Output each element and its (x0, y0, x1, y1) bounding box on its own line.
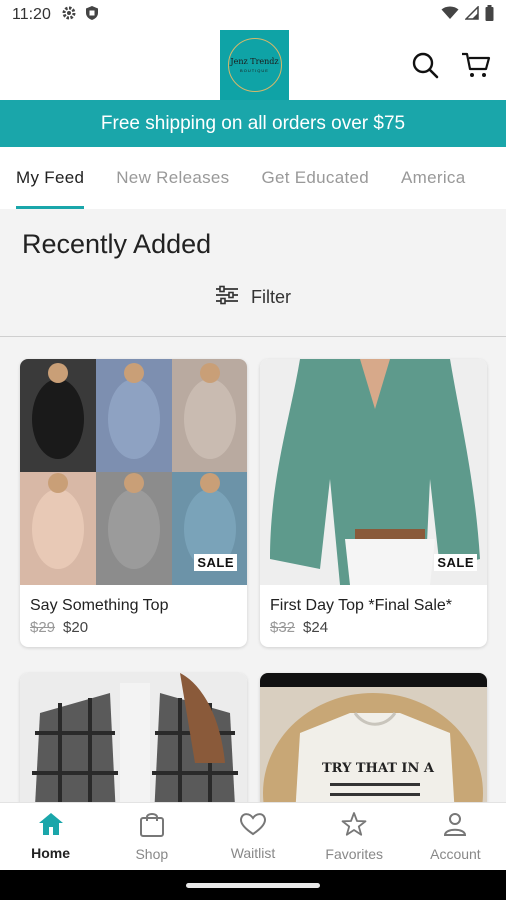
tab-label: Get Educated (261, 168, 370, 187)
shopping-bag-icon (139, 811, 165, 842)
tab-my-feed[interactable]: My Feed (0, 147, 100, 209)
sale-price: $20 (63, 619, 89, 636)
shield-icon (85, 5, 99, 26)
tab-get-educated[interactable]: Get Educated (245, 147, 385, 209)
filter-label: Filter (251, 287, 291, 307)
heart-icon (239, 812, 267, 841)
product-image: TRY THAT IN A (260, 673, 487, 802)
product-card[interactable]: SALE Say Something Top $29 $20 (20, 359, 247, 647)
filter-sliders-icon (215, 285, 239, 310)
original-price: $32 (270, 619, 296, 636)
product-image: SALE (20, 359, 247, 585)
tab-america[interactable]: America (385, 147, 481, 209)
tab-label: America (401, 168, 466, 187)
nav-account[interactable]: Account (405, 803, 506, 870)
brand-logo[interactable]: Jenz Trendz BOUTIQUE (220, 30, 289, 100)
divider (0, 336, 506, 337)
nav-label: Waitlist (230, 845, 276, 861)
tab-label: New Releases (116, 168, 230, 187)
nav-favorites[interactable]: Favorites (304, 803, 405, 870)
nav-waitlist[interactable]: Waitlist (202, 803, 303, 870)
nav-shop[interactable]: Shop (101, 803, 202, 870)
product-image (20, 673, 247, 802)
settings-gear-icon (61, 5, 77, 26)
home-icon (38, 812, 64, 841)
logo-subtext: BOUTIQUE (240, 68, 269, 73)
sale-price: $24 (303, 619, 329, 636)
wifi-icon (441, 6, 459, 25)
logo-text: Jenz Trendz (230, 57, 279, 66)
product-image: SALE (260, 359, 487, 585)
sale-badge: SALE (434, 554, 477, 571)
star-icon (341, 811, 367, 842)
system-gesture-bar (0, 870, 506, 900)
status-time: 11:20 (12, 6, 51, 23)
original-price: $29 (30, 619, 56, 636)
nav-label: Shop (135, 846, 169, 862)
search-icon[interactable] (410, 50, 440, 80)
filter-button[interactable]: Filter (0, 285, 506, 310)
status-bar: 11:20 (0, 0, 506, 30)
tab-label: My Feed (16, 168, 85, 187)
feed-content[interactable]: Recently Added Filter SALE Say Something… (0, 209, 506, 802)
section-title: Recently Added (22, 229, 212, 259)
tab-new-releases[interactable]: New Releases (100, 147, 245, 209)
product-card[interactable] (20, 673, 247, 802)
promo-banner: Free shipping on all orders over $75 (0, 100, 506, 147)
nav-label: Account (430, 846, 481, 862)
sale-badge: SALE (194, 554, 237, 571)
shirt-print-text: TRY THAT IN A (322, 761, 434, 776)
app-header: Jenz Trendz BOUTIQUE (0, 30, 506, 100)
product-name: Say Something Top (30, 597, 169, 614)
battery-icon (485, 4, 494, 26)
signal-icon (464, 4, 479, 25)
feed-tabs: My Feed New Releases Get Educated Americ… (0, 147, 506, 209)
cart-icon[interactable] (461, 50, 491, 80)
product-card[interactable]: TRY THAT IN A (260, 673, 487, 802)
nav-label: Favorites (325, 846, 383, 862)
person-icon (442, 811, 468, 842)
nav-label: Home (31, 845, 71, 861)
banner-text: Free shipping on all orders over $75 (100, 112, 406, 134)
bottom-navigation: Home Shop Waitlist Favorites Account (0, 802, 506, 870)
nav-home[interactable]: Home (0, 803, 101, 870)
product-card[interactable]: SALE First Day Top *Final Sale* $32 $24 (260, 359, 487, 647)
product-name: First Day Top *Final Sale* (270, 597, 452, 614)
home-gesture-handle[interactable] (186, 883, 320, 888)
